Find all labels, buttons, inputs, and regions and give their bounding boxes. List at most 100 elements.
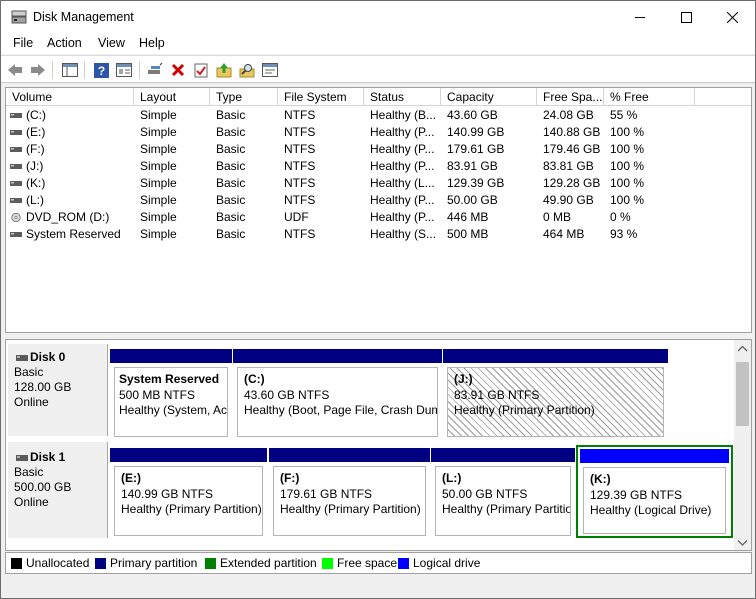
- title-bar[interactable]: Disk Management: [1, 1, 755, 33]
- legend-logical-drive: Logical drive: [413, 556, 481, 570]
- partition-color-bar: [110, 349, 232, 363]
- table-cell: Healthy (P...: [370, 125, 435, 139]
- drive-icon: [10, 113, 22, 118]
- disk-management-window: Disk Management File Action View Help ?: [0, 0, 756, 599]
- table-cell: Healthy (L...: [370, 176, 435, 190]
- toolbar: ?: [1, 55, 755, 83]
- partition-color-bar: [269, 448, 430, 462]
- partition-e[interactable]: (E:) 140.99 GB NTFS Healthy (Primary Par…: [110, 448, 267, 536]
- table-row[interactable]: (C:) Simple Basic NTFS Healthy (B... 43.60 GB…: [6, 107, 751, 124]
- partition-body: (F:) 179.61 GB NTFS Healthy (Primary Par…: [273, 466, 426, 536]
- rescan-button[interactable]: [261, 61, 279, 79]
- disk-0-size: 128.00 GB: [14, 380, 72, 394]
- menu-action[interactable]: Action: [47, 36, 82, 50]
- table-cell: 0 %: [610, 210, 631, 224]
- table-cell: Basic: [216, 193, 246, 207]
- partition-system-reserved[interactable]: System Reserved 500 MB NTFS Healthy (Sys…: [110, 349, 232, 437]
- disk-1-type: Basic: [14, 465, 44, 479]
- partition-color-bar: [431, 448, 575, 462]
- disk-graphical-view[interactable]: Disk 0 Basic 128.00 GB Online System Res…: [5, 339, 752, 551]
- partition-size: 500 MB NTFS: [119, 387, 196, 402]
- menu-file[interactable]: File: [13, 36, 33, 50]
- table-cell: Simple: [140, 227, 177, 241]
- maximize-button[interactable]: [663, 1, 709, 33]
- menu-help[interactable]: Help: [139, 36, 165, 50]
- scrollbar-thumb[interactable]: [736, 362, 749, 426]
- table-cell: (J:): [26, 159, 44, 173]
- properties-button[interactable]: [115, 61, 133, 79]
- table-cell: Simple: [140, 142, 177, 156]
- column-header-percent-free[interactable]: % Free: [604, 88, 695, 106]
- check-button[interactable]: [192, 61, 210, 79]
- table-cell: Simple: [140, 193, 177, 207]
- table-cell: 93 %: [610, 227, 638, 241]
- table-row[interactable]: (K:) Simple Basic NTFS Healthy (L... 129.39 G…: [6, 175, 751, 192]
- status-bar: [1, 576, 755, 598]
- disk-1-status: Online: [14, 495, 49, 509]
- export-button[interactable]: [215, 61, 233, 79]
- table-cell: 140.99 GB: [447, 125, 505, 139]
- forward-button[interactable]: [29, 61, 47, 79]
- column-header-type[interactable]: Type: [210, 88, 278, 106]
- partition-body: (J:) 83.91 GB NTFS Healthy (Primary Part…: [447, 367, 664, 437]
- disk-0-type: Basic: [14, 365, 44, 379]
- partition-j[interactable]: (J:) 83.91 GB NTFS Healthy (Primary Part…: [443, 349, 668, 437]
- menu-view[interactable]: View: [98, 36, 125, 50]
- dvd-icon: [11, 213, 21, 222]
- table-cell: 43.60 GB: [447, 108, 498, 122]
- volume-list[interactable]: Volume Layout Type File System Status Ca…: [5, 87, 752, 333]
- drive-icon: [10, 232, 22, 237]
- help-button[interactable]: ?: [92, 61, 110, 79]
- table-row[interactable]: (E:) Simple Basic NTFS Healthy (P... 140.99 G…: [6, 124, 751, 141]
- close-button[interactable]: [709, 1, 755, 33]
- table-cell: 100 %: [610, 193, 645, 207]
- column-header-volume[interactable]: Volume: [6, 88, 134, 106]
- table-cell: (L:): [26, 193, 44, 207]
- column-header-capacity[interactable]: Capacity: [441, 88, 537, 106]
- table-cell: (E:): [26, 125, 46, 139]
- scroll-down-icon[interactable]: [738, 540, 747, 546]
- table-row[interactable]: (L:) Simple Basic NTFS Healthy (P... 50.00 GB…: [6, 192, 751, 209]
- table-row[interactable]: DVD_ROM (D:) Simple Basic UDF Healthy (P... 4…: [6, 209, 751, 226]
- scroll-up-icon[interactable]: [738, 346, 747, 352]
- table-cell: NTFS: [284, 142, 316, 156]
- table-cell: Simple: [140, 176, 177, 190]
- volume-list-header: Volume Layout Type File System Status Ca…: [6, 88, 751, 106]
- column-header-status[interactable]: Status: [364, 88, 441, 106]
- table-cell: 24.08 GB: [543, 108, 594, 122]
- extended-partition[interactable]: (K:) 129.39 GB NTFS Healthy (Logical Dri…: [576, 445, 733, 538]
- column-header-free-space[interactable]: Free Spa...: [537, 88, 604, 106]
- maximize-icon: [680, 11, 692, 23]
- partition-name: (E:): [121, 471, 141, 485]
- table-row[interactable]: (J:) Simple Basic NTFS Healthy (P... 83.91 GB…: [6, 158, 751, 175]
- disk-0-label[interactable]: Disk 0 Basic 128.00 GB Online: [8, 344, 108, 436]
- connect-button[interactable]: [146, 61, 164, 79]
- disk-0-status: Online: [14, 395, 49, 409]
- partition-k[interactable]: (K:) 129.39 GB NTFS Healthy (Logical Dri…: [580, 449, 729, 534]
- show-console-tree-button[interactable]: [61, 61, 79, 79]
- column-header-layout[interactable]: Layout: [134, 88, 210, 106]
- toolbar-separator: [84, 61, 85, 79]
- back-button[interactable]: [6, 61, 24, 79]
- legend-swatch-unallocated: [11, 558, 22, 569]
- partition-status: Healthy (Boot, Page File, Crash Dump: [244, 403, 438, 417]
- partition-l[interactable]: (L:) 50.00 GB NTFS Healthy (Primary Part…: [431, 448, 575, 536]
- column-header-file-system[interactable]: File System: [278, 88, 364, 106]
- partition-name: System Reserved: [119, 372, 220, 386]
- partition-size: 179.61 GB NTFS: [280, 486, 373, 501]
- partition-name: (F:): [280, 471, 300, 485]
- delete-button[interactable]: [169, 61, 187, 79]
- partition-c[interactable]: (C:) 43.60 GB NTFS Healthy (Boot, Page F…: [233, 349, 442, 437]
- table-cell: Basic: [216, 227, 246, 241]
- table-cell: 100 %: [610, 142, 645, 156]
- disk-1-label[interactable]: Disk 1 Basic 500.00 GB Online: [8, 442, 108, 538]
- search-button[interactable]: [238, 61, 256, 79]
- table-cell: Simple: [140, 210, 177, 224]
- table-row[interactable]: System Reserved Simple Basic NTFS Healthy (S…: [6, 226, 751, 243]
- disk-pane-scrollbar[interactable]: [734, 340, 751, 550]
- table-row[interactable]: (F:) Simple Basic NTFS Healthy (P... 179.61 G…: [6, 141, 751, 158]
- check-icon: [194, 63, 208, 77]
- minimize-button[interactable]: [617, 1, 663, 33]
- partition-f[interactable]: (F:) 179.61 GB NTFS Healthy (Primary Par…: [269, 448, 430, 536]
- table-cell: Simple: [140, 108, 177, 122]
